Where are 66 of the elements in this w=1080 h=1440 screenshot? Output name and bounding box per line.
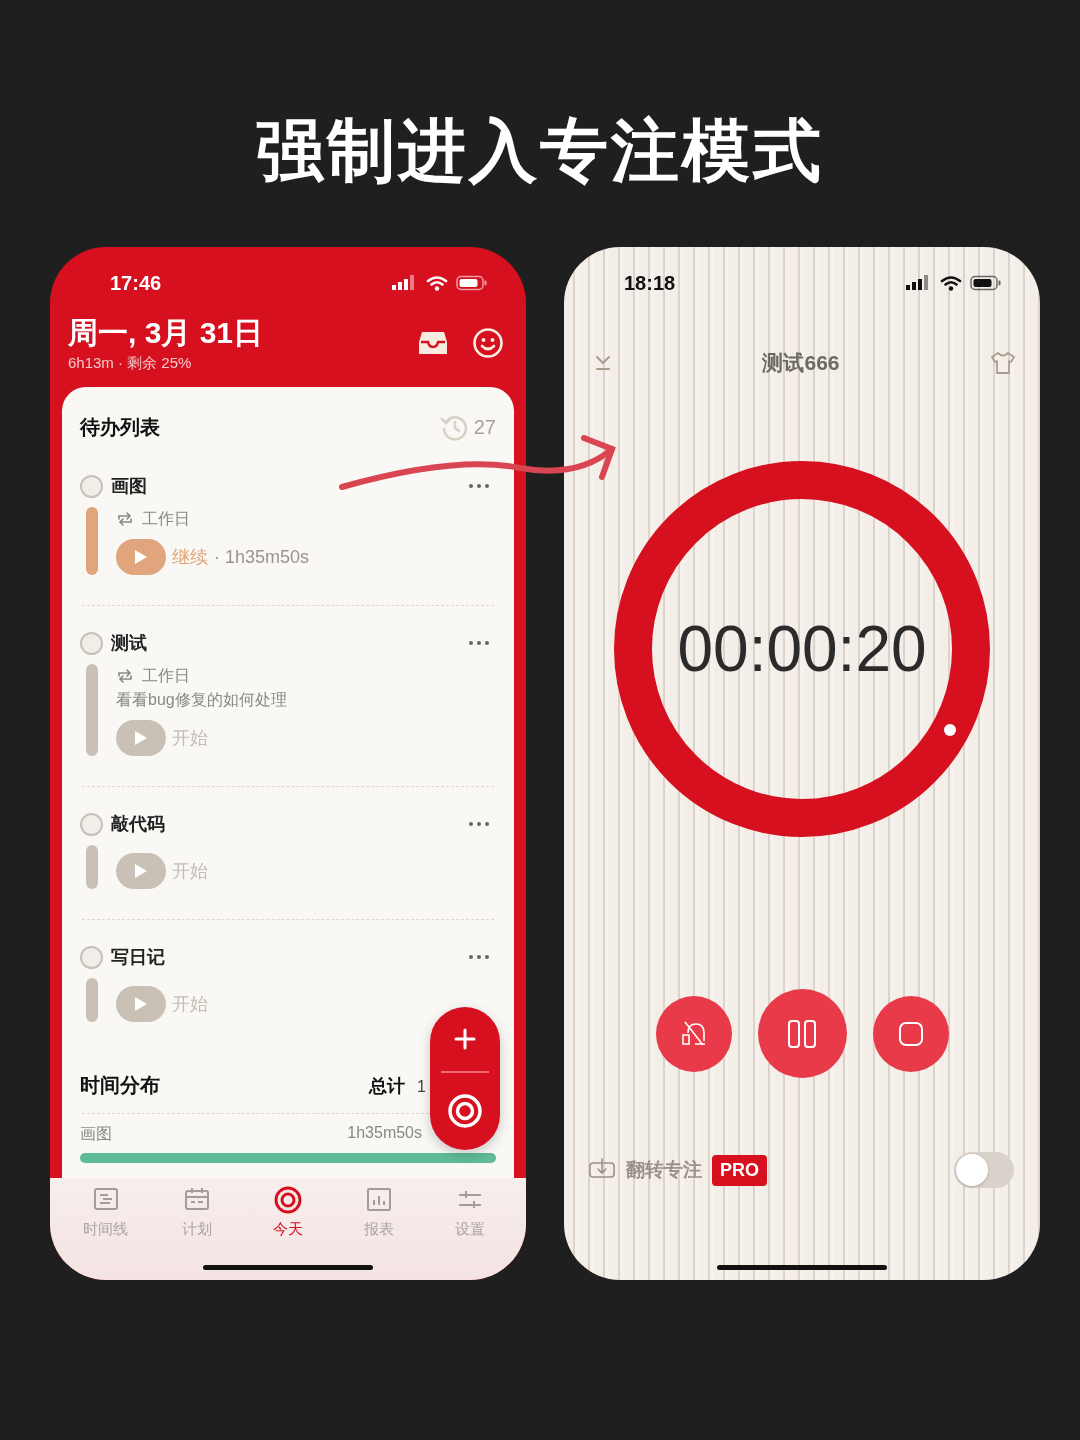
more-icon[interactable] xyxy=(468,954,490,960)
action-label[interactable]: 开始 xyxy=(172,859,208,883)
category-duration: 1h35m50s xyxy=(347,1124,422,1143)
setting-label: 翻转专注 xyxy=(626,1158,702,1182)
elapsed-time: · 1h35m50s xyxy=(214,546,310,568)
shirt-icon[interactable] xyxy=(990,351,1016,375)
more-icon[interactable] xyxy=(468,483,490,489)
timer-display: 00:00:20 xyxy=(676,612,928,687)
more-icon[interactable] xyxy=(468,821,490,827)
repeat-icon xyxy=(116,668,134,684)
repeat-label: 工作日 xyxy=(142,509,190,529)
task-title: 画图 xyxy=(111,475,148,498)
headline: 强制进入专注模式 xyxy=(255,111,825,188)
task-title: 敲代码 xyxy=(111,813,166,836)
history-button[interactable]: 27 xyxy=(439,413,496,441)
target-icon xyxy=(273,1186,302,1214)
status-time: 18:18 xyxy=(624,271,676,295)
action-label[interactable]: 继续 xyxy=(172,545,208,569)
toggle-switch[interactable] xyxy=(954,1152,1014,1188)
wifi-icon xyxy=(426,275,448,291)
day-summary: 6h13m · 剩余 25% xyxy=(68,353,193,373)
stop-icon xyxy=(897,1020,924,1047)
play-button[interactable] xyxy=(116,539,166,575)
collapse-icon[interactable] xyxy=(594,354,612,372)
tab-item[interactable]: 设置 xyxy=(435,1186,506,1252)
history-count: 27 xyxy=(473,415,496,439)
tab-item[interactable]: 计划 xyxy=(161,1186,232,1252)
section-title: 待办列表 xyxy=(80,414,160,440)
screen-title: 测试666 xyxy=(762,350,840,376)
total-label: 总计 xyxy=(369,1074,406,1098)
total-value: 1 xyxy=(417,1077,426,1096)
task-note: 看看bug修复的如何处理 xyxy=(116,690,287,710)
task-checkbox[interactable] xyxy=(80,945,103,969)
play-icon xyxy=(135,550,147,564)
section-title: 时间分布 xyxy=(80,1073,160,1098)
inbox-icon[interactable] xyxy=(418,330,448,356)
add-icon[interactable] xyxy=(454,1027,476,1050)
wifi-icon xyxy=(940,275,962,291)
action-label[interactable]: 开始 xyxy=(172,992,208,1016)
battery-icon xyxy=(456,275,488,291)
tab-item[interactable]: 今天 xyxy=(252,1186,323,1252)
pause-icon xyxy=(786,1017,818,1050)
more-icon[interactable] xyxy=(468,640,490,646)
history-icon xyxy=(439,413,468,441)
category-name: 画图 xyxy=(80,1124,112,1144)
task-checkbox[interactable] xyxy=(80,631,103,655)
battery-icon xyxy=(970,275,1002,291)
repeat-icon xyxy=(116,511,134,527)
progress-dot xyxy=(944,724,957,737)
tab-item[interactable]: 报表 xyxy=(344,1186,415,1252)
pro-badge: PRO xyxy=(712,1154,767,1186)
task-checkbox[interactable] xyxy=(80,812,103,836)
focus-icon[interactable] xyxy=(447,1093,483,1130)
repeat-label: 工作日 xyxy=(142,666,190,686)
date-title: 周一, 3月 31日 xyxy=(68,315,264,351)
task-title: 写日记 xyxy=(111,946,166,969)
smiley-icon[interactable] xyxy=(472,327,504,359)
task-checkbox[interactable] xyxy=(80,474,103,498)
chart-icon xyxy=(365,1186,394,1214)
tab-item[interactable]: 时间线 xyxy=(70,1186,141,1252)
task-title: 测试 xyxy=(111,632,148,655)
play-icon xyxy=(135,864,147,878)
action-label[interactable]: 开始 xyxy=(172,726,208,750)
play-icon xyxy=(135,997,147,1011)
play-icon xyxy=(135,731,147,745)
status-time: 17:46 xyxy=(110,271,162,295)
